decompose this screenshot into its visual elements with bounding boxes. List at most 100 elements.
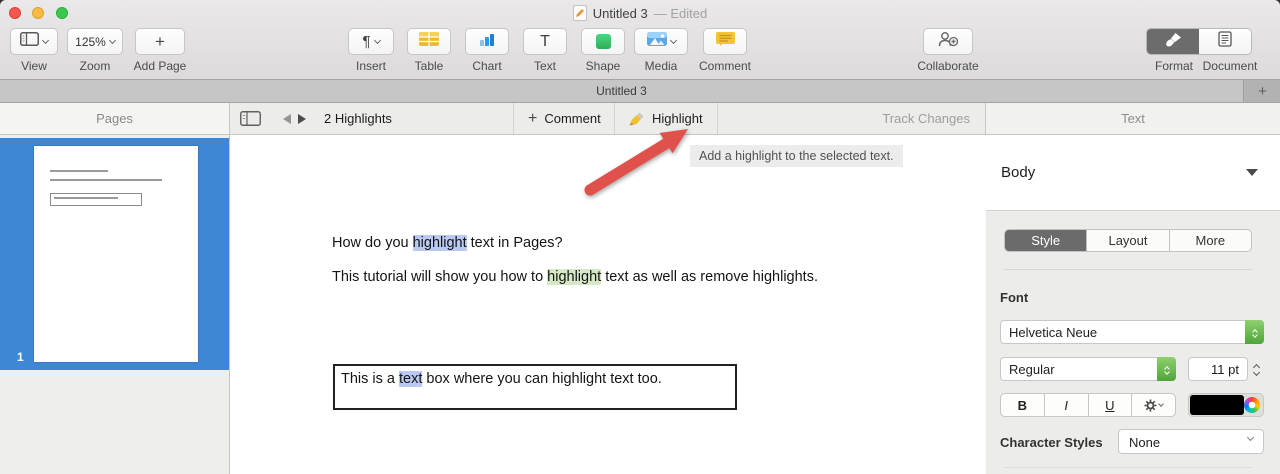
text-box-content: This is a text box where you can highlig… bbox=[341, 371, 662, 387]
pages-app-window: Untitled 3 — Edited View 125% Zoom + Add… bbox=[0, 0, 1280, 474]
track-changes-status: Track Changes bbox=[717, 103, 970, 134]
shape-label: Shape bbox=[585, 59, 621, 73]
document-canvas[interactable]: Add a highlight to the selected text. Ho… bbox=[231, 129, 985, 474]
format-label: Format bbox=[1154, 59, 1193, 73]
text-style-buttons: B I U bbox=[1000, 393, 1176, 417]
chevron-down-icon bbox=[1251, 332, 1258, 338]
nav-group: 2 Highlights bbox=[240, 103, 392, 134]
document-heading[interactable]: How do you highlight text in Pages? bbox=[332, 235, 563, 251]
divider bbox=[513, 103, 514, 134]
bold-button[interactable]: B bbox=[1001, 394, 1045, 416]
thumbnail-text-box bbox=[50, 193, 142, 206]
zoom-label: Zoom bbox=[79, 59, 111, 73]
previous-highlight-icon[interactable] bbox=[283, 113, 291, 124]
shape-button[interactable]: Shape bbox=[578, 28, 628, 73]
thumbnail-text-line bbox=[50, 179, 162, 181]
chevron-down-icon bbox=[1252, 368, 1261, 377]
font-size-field[interactable]: 11 pt bbox=[1188, 357, 1248, 381]
plus-icon: + bbox=[155, 31, 165, 51]
tab-layout[interactable]: Layout bbox=[1087, 230, 1170, 251]
inspector-tabs: Style Layout More bbox=[1004, 229, 1252, 252]
tab-more[interactable]: More bbox=[1170, 230, 1251, 251]
tab-untitled-3[interactable]: Untitled 3 bbox=[0, 80, 1244, 102]
chart-icon bbox=[479, 32, 495, 51]
media-button[interactable]: Media bbox=[634, 28, 688, 73]
pages-sidebar: 1 bbox=[0, 135, 230, 474]
text-inspector-panel: Body Style Layout More Font Helvetica Ne… bbox=[986, 135, 1280, 474]
heading-text: text in Pages? bbox=[466, 235, 563, 251]
document-proxy-icon[interactable] bbox=[572, 5, 587, 21]
text-button[interactable]: T Text bbox=[520, 28, 570, 73]
collaborate-label: Collaborate bbox=[917, 59, 979, 73]
chevron-down-icon bbox=[41, 36, 50, 44]
font-family-select[interactable]: Helvetica Neue bbox=[1000, 320, 1264, 344]
text-tool-icon: T bbox=[540, 32, 550, 50]
chevron-down-icon bbox=[1246, 433, 1255, 442]
advanced-options-button[interactable] bbox=[1132, 394, 1175, 416]
thumbnail-text-line bbox=[54, 197, 118, 199]
view-button[interactable]: View bbox=[8, 28, 60, 73]
sidebar-toggle-icon[interactable] bbox=[240, 111, 261, 126]
zoom-control[interactable]: 125% Zoom bbox=[66, 28, 124, 73]
disclosure-triangle-icon[interactable] bbox=[1246, 169, 1258, 176]
document-button[interactable] bbox=[1199, 29, 1251, 54]
pages-panel-header: Pages bbox=[0, 103, 230, 134]
document-text-box[interactable]: This is a text box where you can highlig… bbox=[333, 364, 737, 410]
view-label: View bbox=[21, 59, 47, 73]
tab-style[interactable]: Style bbox=[1005, 230, 1088, 251]
document-label: Document bbox=[1202, 59, 1258, 73]
font-size-stepper[interactable] bbox=[1252, 362, 1261, 377]
paragraph-style-value: Body bbox=[1001, 164, 1036, 181]
document-icon bbox=[1218, 31, 1232, 52]
chevron-down-icon bbox=[1158, 400, 1164, 407]
insert-label: Insert bbox=[355, 59, 386, 73]
format-brush-icon bbox=[1165, 32, 1182, 52]
chart-button[interactable]: Chart bbox=[462, 28, 512, 73]
track-changes-label: Track Changes bbox=[882, 111, 970, 126]
page-thumbnail-selection[interactable]: 1 bbox=[0, 138, 229, 370]
media-icon bbox=[646, 32, 667, 51]
color-wheel-icon[interactable] bbox=[1244, 397, 1260, 413]
window-title-row: Untitled 3 — Edited bbox=[0, 4, 1280, 22]
body-text: text as well as remove highlights. bbox=[601, 269, 818, 285]
blue-highlighted-word: text bbox=[399, 371, 423, 387]
font-family-value: Helvetica Neue bbox=[1009, 325, 1098, 340]
character-styles-select[interactable]: None bbox=[1118, 429, 1264, 454]
insert-button[interactable]: ¶ Insert bbox=[346, 28, 396, 73]
text-color-well[interactable] bbox=[1188, 393, 1264, 417]
page-1-thumbnail[interactable] bbox=[34, 146, 198, 362]
thumbnail-text-line bbox=[50, 170, 108, 172]
table-button[interactable]: Table bbox=[404, 28, 454, 73]
new-tab-button[interactable]: + bbox=[1245, 80, 1280, 102]
zoom-value: 125% bbox=[75, 34, 106, 49]
highlights-count: 2 Highlights bbox=[324, 111, 392, 126]
chevron-down-icon bbox=[373, 36, 381, 44]
comment-button[interactable]: Comment bbox=[698, 28, 752, 73]
next-highlight-icon[interactable] bbox=[298, 113, 306, 124]
table-label: Table bbox=[414, 59, 444, 73]
color-swatch-black[interactable] bbox=[1190, 395, 1244, 415]
inspector-header-label: Text bbox=[1121, 111, 1145, 126]
underline-button[interactable]: U bbox=[1089, 394, 1133, 416]
document-body-line[interactable]: This tutorial will show you how to highl… bbox=[332, 269, 818, 285]
paragraph-style-row[interactable]: Body bbox=[986, 135, 1280, 211]
gear-icon bbox=[1144, 399, 1157, 412]
window-edited-status: — Edited bbox=[653, 5, 708, 21]
red-annotation-arrow bbox=[584, 129, 688, 196]
add-page-button[interactable]: + Add Page bbox=[132, 28, 188, 73]
collaborate-button[interactable]: Collaborate bbox=[917, 28, 979, 73]
font-weight-select[interactable]: Regular bbox=[1000, 357, 1176, 381]
font-section-label: Font bbox=[1000, 290, 1029, 305]
font-weight-stepper[interactable] bbox=[1157, 357, 1176, 381]
view-layout-icon bbox=[20, 32, 39, 51]
chevron-down-icon bbox=[669, 36, 677, 44]
page-number: 1 bbox=[17, 350, 24, 364]
chevron-down-icon bbox=[108, 36, 116, 44]
shape-icon bbox=[595, 34, 611, 49]
italic-button[interactable]: I bbox=[1045, 394, 1089, 416]
highlight-tooltip: Add a highlight to the selected text. bbox=[690, 145, 903, 167]
format-button[interactable] bbox=[1147, 29, 1199, 54]
heading-text: How do you bbox=[332, 235, 413, 251]
font-family-stepper[interactable] bbox=[1245, 320, 1264, 344]
comment-icon bbox=[715, 32, 735, 51]
